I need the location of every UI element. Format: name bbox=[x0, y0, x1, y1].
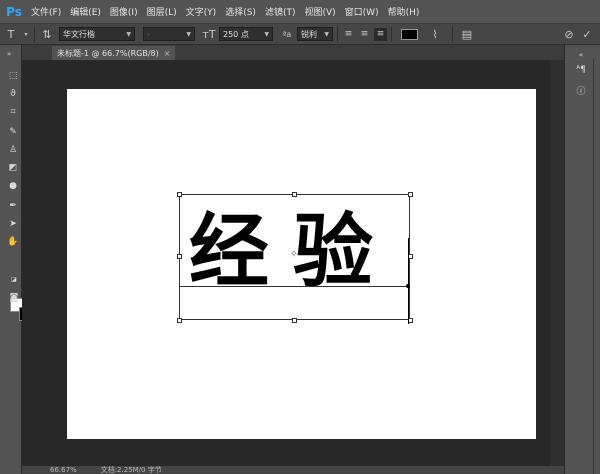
text-color-swatch[interactable] bbox=[401, 28, 418, 40]
collapse-icon[interactable]: » bbox=[4, 49, 14, 59]
font-style-select[interactable]: - ▼ bbox=[143, 27, 195, 41]
character-panel-icon[interactable]: ᴬ¶ bbox=[573, 63, 589, 77]
transform-handle-top-right[interactable] bbox=[408, 192, 413, 197]
options-bar: T ▾ ⇅ 华文行楷 ▼ - ▼ тT 250 点 ▼ ªa 锐利 ▼ ≡ ≡ … bbox=[0, 24, 600, 45]
font-size-value: 250 点 bbox=[223, 29, 249, 39]
info-icon[interactable]: ⓘ bbox=[573, 83, 589, 97]
transform-handle-bottom-center[interactable] bbox=[292, 318, 297, 323]
menu-file[interactable]: 文件(F) bbox=[31, 5, 61, 18]
menu-layer[interactable]: 图层(L) bbox=[147, 5, 177, 18]
blur-tool-icon[interactable]: ● bbox=[8, 181, 18, 191]
clone-stamp-tool-icon[interactable]: ♙ bbox=[8, 145, 18, 155]
font-style-value: - bbox=[147, 29, 150, 39]
chevron-down-icon: ▼ bbox=[186, 30, 191, 38]
separator bbox=[34, 26, 35, 42]
warp-text-icon[interactable]: ⌇ bbox=[422, 28, 448, 41]
align-left-button[interactable]: ≡ bbox=[342, 28, 355, 41]
chevron-down-icon: ▼ bbox=[264, 30, 269, 38]
vertical-scrollbar[interactable] bbox=[550, 60, 564, 466]
document-tab[interactable]: 未标题-1 @ 66.7%(RGB/8) × bbox=[52, 46, 176, 60]
transform-handle-middle-left[interactable] bbox=[177, 254, 182, 259]
align-center-button[interactable]: ≡ bbox=[358, 28, 371, 41]
transform-center-icon[interactable]: ✧ bbox=[289, 250, 299, 260]
document-info: 文档:2.25M/0 字节 bbox=[100, 466, 162, 474]
menu-help[interactable]: 帮助(H) bbox=[388, 5, 420, 18]
menu-image[interactable]: 图像(I) bbox=[110, 5, 138, 18]
default-colors-icon[interactable]: ◪ bbox=[9, 275, 19, 285]
chevron-down-icon: ▼ bbox=[324, 30, 329, 38]
lasso-tool-icon[interactable]: ϑ bbox=[8, 89, 18, 99]
healing-brush-tool-icon[interactable]: ✎ bbox=[8, 127, 18, 137]
text-cursor-anchor bbox=[406, 284, 410, 288]
toggle-orientation-icon[interactable]: ⇅ bbox=[39, 28, 55, 41]
menu-type[interactable]: 文字(Y) bbox=[186, 5, 217, 18]
path-selection-tool-icon[interactable]: ➤ bbox=[8, 219, 18, 229]
pen-tool-icon[interactable]: ✒ bbox=[8, 201, 18, 211]
chevron-down-icon: ▼ bbox=[126, 30, 131, 38]
text-baseline bbox=[179, 286, 410, 287]
right-panel-dock: « ᴬ¶ ⓘ bbox=[564, 45, 600, 474]
cancel-icon[interactable]: ⊘ bbox=[560, 28, 578, 41]
type-tool-preset-icon[interactable]: T bbox=[0, 28, 22, 41]
quick-mask-icon[interactable]: ◙ bbox=[9, 293, 19, 303]
close-icon[interactable]: × bbox=[164, 49, 171, 58]
font-family-value: 华文行楷 bbox=[63, 29, 95, 39]
font-size-icon: тT bbox=[202, 27, 216, 41]
status-bar: 66.67% 文档:2.25M/0 字节 bbox=[22, 466, 564, 474]
tool-preset-arrow-icon[interactable]: ▾ bbox=[22, 31, 30, 38]
separator bbox=[391, 26, 392, 42]
commit-icon[interactable]: ✓ bbox=[578, 28, 596, 41]
separator bbox=[452, 26, 453, 42]
panel-divider bbox=[593, 59, 594, 474]
zoom-level[interactable]: 66.67% bbox=[50, 466, 77, 474]
document-tab-title: 未标题-1 @ 66.7%(RGB/8) bbox=[57, 48, 159, 58]
eraser-tool-icon[interactable]: ◩ bbox=[8, 163, 18, 173]
menu-window[interactable]: 窗口(W) bbox=[345, 5, 379, 18]
menu-view[interactable]: 视图(V) bbox=[304, 5, 335, 18]
menu-bar: Ps 文件(F) 编辑(E) 图像(I) 图层(L) 文字(Y) 选择(S) 滤… bbox=[0, 0, 600, 24]
text-cursor bbox=[408, 238, 409, 324]
anti-alias-value: 锐利 bbox=[301, 29, 317, 39]
menu-filter[interactable]: 滤镜(T) bbox=[265, 5, 296, 18]
transform-handle-bottom-left[interactable] bbox=[177, 318, 182, 323]
photoshop-logo: Ps bbox=[6, 4, 22, 19]
anti-alias-select[interactable]: 锐利 ▼ bbox=[297, 27, 333, 41]
document-tab-bar: 未标题-1 @ 66.7%(RGB/8) × bbox=[22, 45, 564, 60]
anti-alias-icon: ªa bbox=[282, 29, 292, 39]
menu-edit[interactable]: 编辑(E) bbox=[70, 5, 101, 18]
align-right-button[interactable]: ≡ bbox=[374, 27, 387, 41]
hand-tool-icon[interactable]: ✋ bbox=[7, 237, 18, 247]
marquee-tool-icon[interactable]: ⬚ bbox=[8, 71, 18, 81]
transform-handle-top-center[interactable] bbox=[292, 192, 297, 197]
tools-panel: » ⬚ ✥ ϑ ✶ ⌗ ⁄ ✎ ∕ ♙ ↯ ◩ ▭ ● ● ✒ T ➤ ★ ✋ … bbox=[0, 45, 39, 474]
font-size-select[interactable]: 250 点 ▼ bbox=[219, 27, 273, 41]
font-family-select[interactable]: 华文行楷 ▼ bbox=[59, 27, 135, 41]
crop-tool-icon[interactable]: ⌗ bbox=[8, 107, 18, 117]
separator bbox=[337, 26, 338, 42]
transform-handle-top-left[interactable] bbox=[177, 192, 182, 197]
character-panel-icon[interactable]: ▤ bbox=[457, 28, 477, 41]
menu-select[interactable]: 选择(S) bbox=[225, 5, 256, 18]
collapse-icon[interactable]: « bbox=[573, 48, 589, 62]
